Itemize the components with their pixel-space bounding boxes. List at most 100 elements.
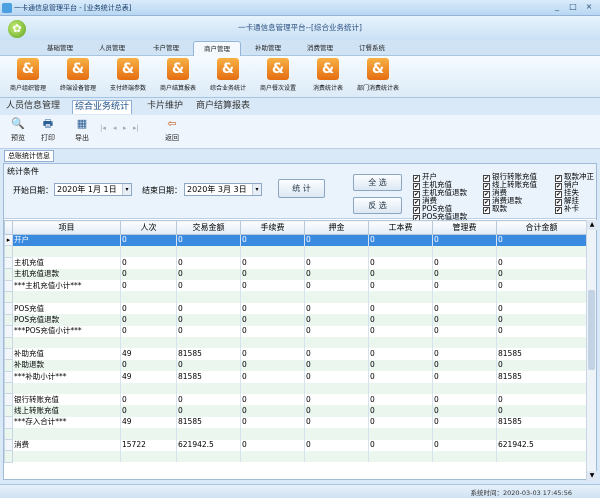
row-header[interactable]: [4, 336, 13, 349]
table-cell[interactable]: 0: [240, 302, 305, 315]
row-header[interactable]: [4, 450, 13, 463]
table-row[interactable]: 补助充值 49 81585 0 0 0 0 81585: [4, 347, 586, 361]
back-button[interactable]: ⇦ 返回: [160, 117, 184, 143]
table-cell[interactable]: 0: [368, 439, 433, 451]
table-cell[interactable]: 0: [368, 234, 433, 246]
row-header[interactable]: [4, 439, 13, 452]
table-cell[interactable]: 0: [496, 268, 586, 281]
table-row[interactable]: [4, 336, 586, 349]
ribbon-terminal[interactable]: & 终端设备管理: [54, 58, 102, 96]
table-cell[interactable]: [304, 450, 369, 463]
table-cell[interactable]: 0: [496, 405, 586, 417]
row-header[interactable]: [4, 245, 13, 258]
table-cell[interactable]: [176, 291, 241, 303]
table-cell[interactable]: [12, 450, 121, 463]
table-cell[interactable]: 主机充值退款: [12, 268, 121, 281]
table-cell[interactable]: 0: [176, 405, 241, 417]
table-cell[interactable]: 0: [432, 359, 497, 372]
table-cell[interactable]: 0: [496, 280, 586, 292]
table-cell[interactable]: [496, 382, 586, 394]
table-cell[interactable]: [496, 428, 586, 440]
table-row[interactable]: 主机充值退款 0 0 0 0 0 0 0: [4, 268, 586, 281]
table-cell[interactable]: POS充值退款: [12, 314, 121, 326]
row-header[interactable]: [4, 382, 13, 395]
nav-tab-subsidy[interactable]: 补助管理: [248, 41, 288, 56]
ribbon-consume-stats[interactable]: & 消费统计表: [304, 58, 352, 96]
table-cell[interactable]: 0: [120, 257, 177, 269]
table-cell[interactable]: [120, 291, 177, 303]
table-cell[interactable]: [304, 337, 369, 349]
table-cell[interactable]: [304, 382, 369, 394]
table-cell[interactable]: [120, 450, 177, 463]
table-cell[interactable]: 0: [176, 302, 241, 315]
table-cell[interactable]: 0: [432, 439, 497, 451]
tab-business-stats[interactable]: 综合业务统计: [72, 100, 133, 114]
table-cell[interactable]: ***补助小计***: [12, 371, 121, 383]
table-row[interactable]: 线上转账充值 0 0 0 0 0 0 0: [4, 404, 586, 418]
calendar-dropdown-icon[interactable]: ▾: [252, 184, 261, 195]
table-cell[interactable]: 0: [368, 268, 433, 281]
export-button[interactable]: ▦ 导出: [70, 117, 94, 143]
table-cell[interactable]: 0: [432, 268, 497, 281]
table-cell[interactable]: [12, 382, 121, 394]
table-cell[interactable]: 0: [432, 416, 497, 429]
table-cell[interactable]: 0: [120, 314, 177, 326]
first-page-icon[interactable]: |◂: [100, 124, 106, 132]
table-cell[interactable]: [176, 245, 241, 258]
table-cell[interactable]: 81585: [496, 371, 586, 383]
table-cell[interactable]: 0: [496, 314, 586, 326]
end-date-picker[interactable]: 2020年 3月 3日 ▾: [184, 183, 262, 196]
table-cell[interactable]: [368, 382, 433, 394]
table-cell[interactable]: 线上转账充值: [12, 405, 121, 417]
table-cell[interactable]: [304, 428, 369, 440]
ribbon-merchant-org[interactable]: & 商户组织管理: [4, 58, 52, 96]
table-row[interactable]: [4, 450, 586, 463]
scroll-up-icon[interactable]: ▲: [587, 220, 597, 230]
preview-button[interactable]: 🔍 预览: [6, 117, 30, 143]
close-button[interactable]: ×: [582, 2, 596, 13]
check-reissue-card[interactable]: ✔ 补卡: [555, 205, 579, 214]
table-cell[interactable]: 0: [368, 416, 433, 429]
table-cell[interactable]: 0: [368, 314, 433, 326]
table-cell[interactable]: [120, 245, 177, 258]
nav-tab-merchant[interactable]: 商户管理: [193, 41, 241, 56]
table-row[interactable]: 补助退款 0 0 0 0 0 0 0: [4, 359, 586, 372]
table-cell[interactable]: 0: [496, 325, 586, 338]
table-cell[interactable]: 0: [240, 359, 305, 372]
table-row[interactable]: [4, 427, 586, 441]
table-cell[interactable]: [432, 337, 497, 349]
select-all-button[interactable]: 全 选: [353, 174, 402, 191]
table-cell[interactable]: 0: [432, 371, 497, 383]
table-cell[interactable]: [240, 291, 305, 303]
row-header[interactable]: ▸: [4, 233, 13, 247]
table-cell[interactable]: 0: [240, 348, 305, 360]
table-cell[interactable]: [368, 337, 433, 349]
row-header[interactable]: [4, 279, 13, 292]
table-cell[interactable]: 0: [240, 314, 305, 326]
table-cell[interactable]: 0: [304, 268, 369, 281]
maximize-button[interactable]: □: [566, 2, 580, 13]
table-cell[interactable]: [120, 337, 177, 349]
table-cell[interactable]: 0: [176, 280, 241, 292]
table-cell[interactable]: 银行转账充值: [12, 393, 121, 406]
ribbon-dept-stats[interactable]: & 部门消费统计表: [354, 58, 402, 96]
table-cell[interactable]: 0: [304, 280, 369, 292]
table-cell[interactable]: 0: [432, 302, 497, 315]
row-header[interactable]: [4, 359, 13, 372]
table-cell[interactable]: 0: [120, 393, 177, 406]
table-cell[interactable]: [240, 450, 305, 463]
nav-tab-basic[interactable]: 基础管理: [40, 41, 80, 56]
table-cell[interactable]: 0: [176, 257, 241, 269]
table-cell[interactable]: 0: [176, 325, 241, 338]
table-cell[interactable]: 0: [304, 257, 369, 269]
table-cell[interactable]: 0: [496, 257, 586, 269]
table-cell[interactable]: 0: [304, 371, 369, 383]
nav-tab-consume[interactable]: 消费管理: [300, 41, 340, 56]
table-cell[interactable]: 0: [432, 348, 497, 360]
table-cell[interactable]: 0: [304, 234, 369, 246]
table-cell[interactable]: 0: [120, 405, 177, 417]
table-cell[interactable]: [432, 291, 497, 303]
next-page-icon[interactable]: ▸: [123, 124, 127, 132]
table-cell[interactable]: 0: [496, 302, 586, 315]
table-cell[interactable]: 补助退款: [12, 359, 121, 372]
